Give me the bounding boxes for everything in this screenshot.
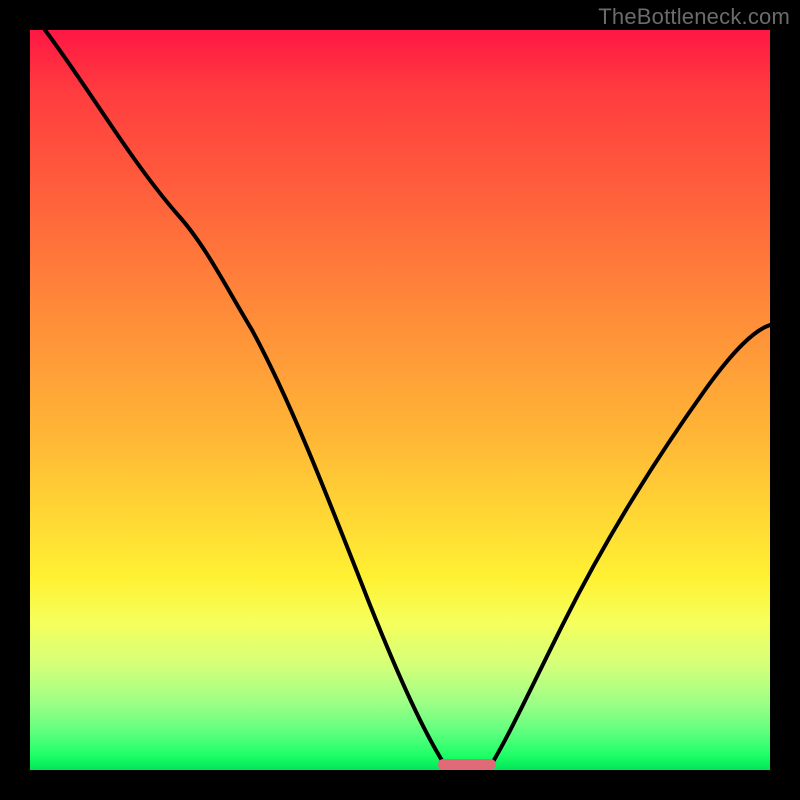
chart-frame: TheBottleneck.com bbox=[0, 0, 800, 800]
bottleneck-range-marker bbox=[438, 759, 496, 770]
plot-area bbox=[30, 30, 770, 770]
watermark-text: TheBottleneck.com bbox=[598, 4, 790, 30]
bottleneck-curve bbox=[30, 30, 770, 770]
curve-right-branch bbox=[488, 325, 770, 770]
curve-left-branch bbox=[45, 30, 448, 770]
